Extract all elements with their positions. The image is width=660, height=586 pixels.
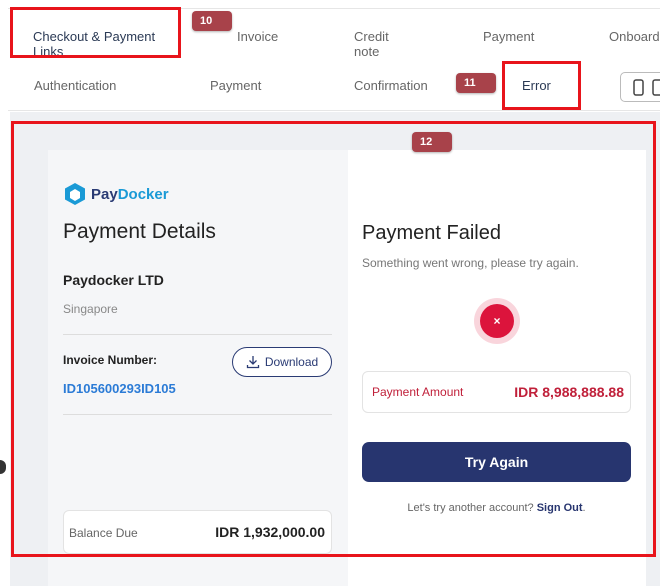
annotation-box-11 [502, 61, 581, 110]
annotation-badge-11: 11 [456, 73, 496, 93]
device-toggle[interactable] [620, 72, 660, 102]
subtab-payment[interactable]: Payment [210, 78, 261, 93]
annotation-badge-12: 12 [412, 132, 452, 152]
annotation-badge-10: 10 [192, 11, 232, 31]
annotation-box-10 [10, 7, 181, 58]
annotation-box-12 [11, 121, 656, 557]
mobile-icon [633, 79, 660, 96]
tab-payment[interactable]: Payment [483, 29, 534, 44]
subtab-confirmation[interactable]: Confirmation [354, 78, 428, 93]
subtab-authentication[interactable]: Authentication [34, 78, 116, 93]
scroll-handle[interactable] [0, 460, 6, 474]
tab-invoice[interactable]: Invoice [237, 29, 278, 44]
tab-onboard[interactable]: Onboard [609, 29, 660, 44]
tab-credit-note[interactable]: Credit note [354, 29, 404, 59]
